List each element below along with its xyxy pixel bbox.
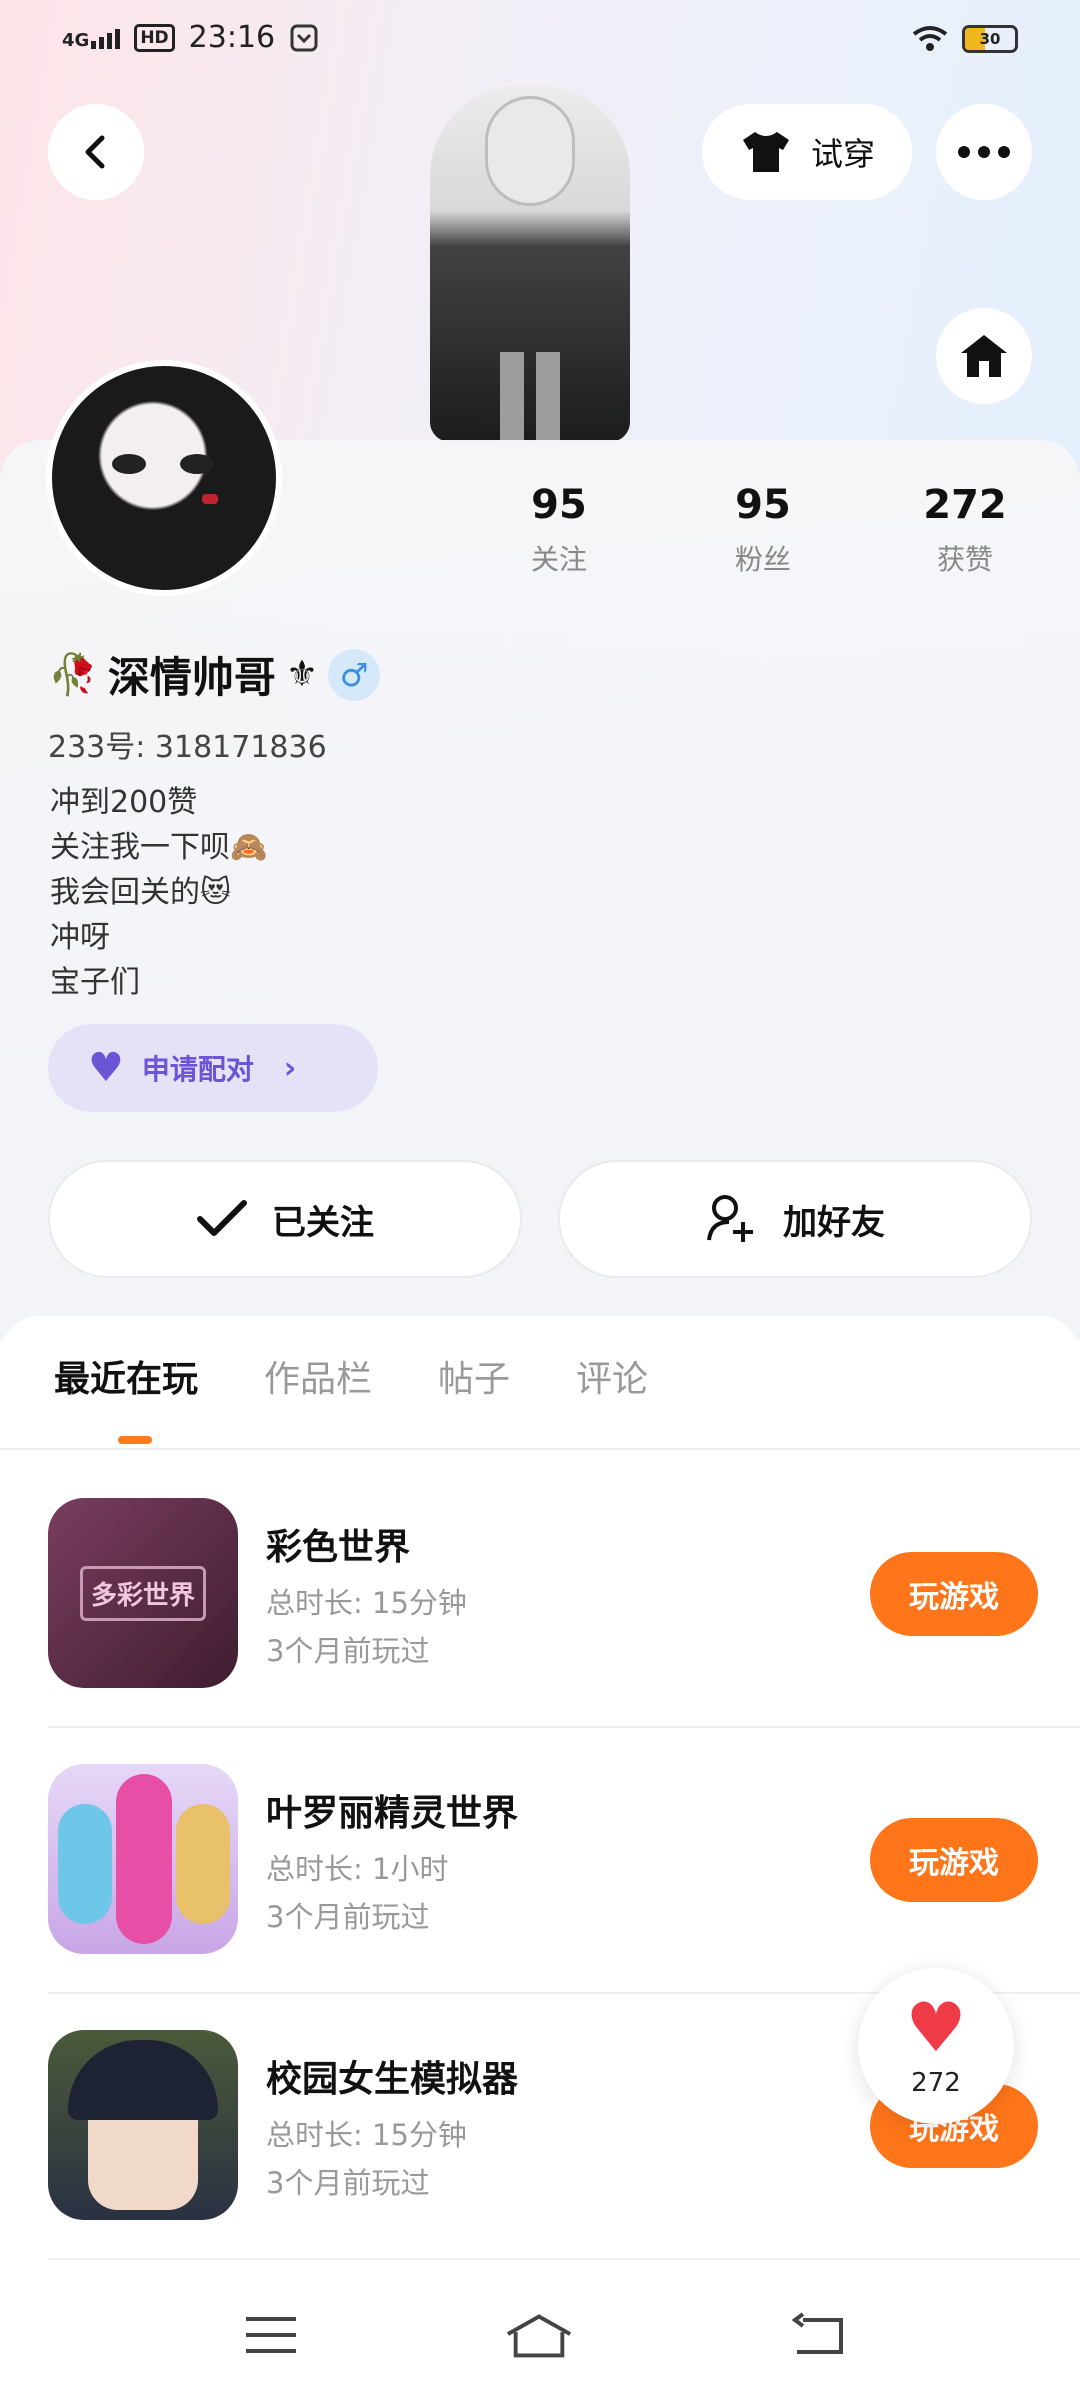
tabs-divider bbox=[0, 1448, 1080, 1450]
game-last-played: 3个月前玩过 bbox=[266, 1900, 430, 1934]
followed-button[interactable]: 已关注 bbox=[48, 1160, 522, 1278]
game-icon bbox=[48, 2030, 238, 2220]
bio-line: 宝子们 bbox=[50, 965, 140, 1000]
user-id[interactable]: 233号: 318171836 bbox=[48, 722, 327, 766]
tab-comments[interactable]: 评论 bbox=[576, 1350, 648, 1402]
followers-count: 95 bbox=[735, 482, 791, 528]
heart-icon: ♥ bbox=[88, 1045, 124, 1091]
likes-label: 获赞 bbox=[936, 543, 993, 576]
game-last-played: 3个月前玩过 bbox=[266, 1634, 430, 1668]
bio-line: 冲呀 bbox=[50, 920, 110, 955]
followed-label: 已关注 bbox=[272, 1202, 374, 1243]
username-row: 🥀 深情帅哥 ⚜ ♂ bbox=[48, 644, 381, 705]
fleur-emoji: ⚜ bbox=[285, 654, 319, 695]
battery-icon: 30 bbox=[962, 25, 1018, 53]
following-count: 95 bbox=[531, 482, 587, 528]
back-nav-button[interactable] bbox=[784, 2310, 854, 2360]
bio: 冲到200赞 关注我一下呗🙈 我会回关的😻 冲呀 宝子们 bbox=[50, 780, 267, 1005]
try-on-label: 试穿 bbox=[810, 135, 875, 173]
like-float-button[interactable]: ♥ 272 bbox=[858, 1968, 1014, 2124]
more-button[interactable] bbox=[936, 104, 1032, 200]
likes-count: 272 bbox=[923, 482, 1007, 528]
divider bbox=[48, 2258, 1080, 2260]
request-pair-button[interactable]: ♥ 申请配对 › bbox=[48, 1024, 378, 1112]
play-game-button[interactable]: 玩游戏 bbox=[870, 1552, 1038, 1636]
status-bar: 4G HD 23:16 30 bbox=[0, 0, 1080, 82]
tab-works[interactable]: 作品栏 bbox=[264, 1350, 372, 1402]
game-icon: 多彩世界 bbox=[48, 1498, 238, 1688]
home-outline-icon bbox=[506, 2314, 572, 2358]
add-friend-label: 加好友 bbox=[783, 1202, 885, 1243]
heart-icon: ♥ bbox=[905, 1989, 967, 2068]
avatar[interactable] bbox=[46, 360, 282, 596]
username: 深情帅哥 bbox=[107, 653, 276, 702]
game-duration: 总时长: 1小时 bbox=[266, 1852, 449, 1886]
signal-icon bbox=[91, 27, 121, 49]
check-icon bbox=[197, 1200, 247, 1236]
game-duration: 总时长: 15分钟 bbox=[266, 2118, 467, 2152]
game-title: 彩色世界 bbox=[266, 1527, 411, 1568]
home-nav-button[interactable] bbox=[504, 2310, 574, 2360]
chevron-right-icon: › bbox=[283, 1050, 297, 1086]
add-friend-button[interactable]: 加好友 bbox=[558, 1160, 1032, 1278]
followers-label: 粉丝 bbox=[734, 543, 791, 576]
wifi-icon bbox=[912, 26, 948, 51]
bio-line: 冲到200赞 bbox=[50, 785, 198, 820]
add-friend-icon bbox=[707, 1195, 753, 1242]
rose-emoji: 🥀 bbox=[48, 652, 98, 698]
bio-line: 我会回关的😻 bbox=[50, 875, 232, 910]
back-button[interactable] bbox=[48, 104, 144, 200]
home-button[interactable] bbox=[936, 308, 1032, 404]
bio-line: 关注我一下呗🙈 bbox=[50, 830, 268, 865]
game-icon bbox=[48, 1764, 238, 1954]
menu-icon bbox=[246, 2317, 296, 2353]
game-last-played: 3个月前玩过 bbox=[266, 2166, 430, 2200]
divider bbox=[48, 1726, 1080, 1728]
status-time: 23:16 bbox=[188, 20, 276, 55]
stat-likes[interactable]: 272 获赞 bbox=[890, 482, 1040, 578]
hd-badge: HD bbox=[134, 23, 175, 52]
try-on-button[interactable]: 试穿 bbox=[702, 104, 912, 200]
male-gender-icon: ♂ bbox=[328, 648, 381, 701]
game-duration: 总时长: 15分钟 bbox=[266, 1586, 467, 1620]
tab-recently-played[interactable]: 最近在玩 bbox=[54, 1350, 198, 1444]
system-nav-bar bbox=[0, 2270, 1080, 2400]
tshirt-icon bbox=[742, 132, 789, 172]
menu-button[interactable] bbox=[236, 2310, 306, 2360]
game-title: 校园女生模拟器 bbox=[266, 2059, 519, 2100]
network-type: 4G bbox=[62, 29, 90, 51]
app-notification-icon bbox=[290, 24, 318, 51]
stat-following[interactable]: 95 关注 bbox=[484, 482, 634, 578]
home-icon bbox=[961, 335, 1007, 377]
chevron-left-icon bbox=[85, 135, 105, 169]
game-item[interactable]: 叶罗丽精灵世界 总时长: 1小时 3个月前玩过 玩游戏 bbox=[48, 1764, 1038, 1954]
more-icon bbox=[958, 146, 1010, 158]
back-icon bbox=[791, 2312, 843, 2354]
stat-followers[interactable]: 95 粉丝 bbox=[688, 482, 838, 578]
game-item[interactable]: 多彩世界 彩色世界 总时长: 15分钟 3个月前玩过 玩游戏 bbox=[48, 1498, 1038, 1688]
game-title: 叶罗丽精灵世界 bbox=[266, 1793, 519, 1834]
following-label: 关注 bbox=[530, 543, 587, 576]
play-game-button[interactable]: 玩游戏 bbox=[870, 1818, 1038, 1902]
character-figure[interactable] bbox=[430, 86, 630, 442]
profile-tabs: 最近在玩 作品栏 帖子 评论 bbox=[54, 1350, 648, 1444]
request-pair-label: 申请配对 bbox=[141, 1053, 254, 1086]
like-count: 272 bbox=[911, 2068, 961, 2098]
tab-posts[interactable]: 帖子 bbox=[438, 1350, 510, 1402]
